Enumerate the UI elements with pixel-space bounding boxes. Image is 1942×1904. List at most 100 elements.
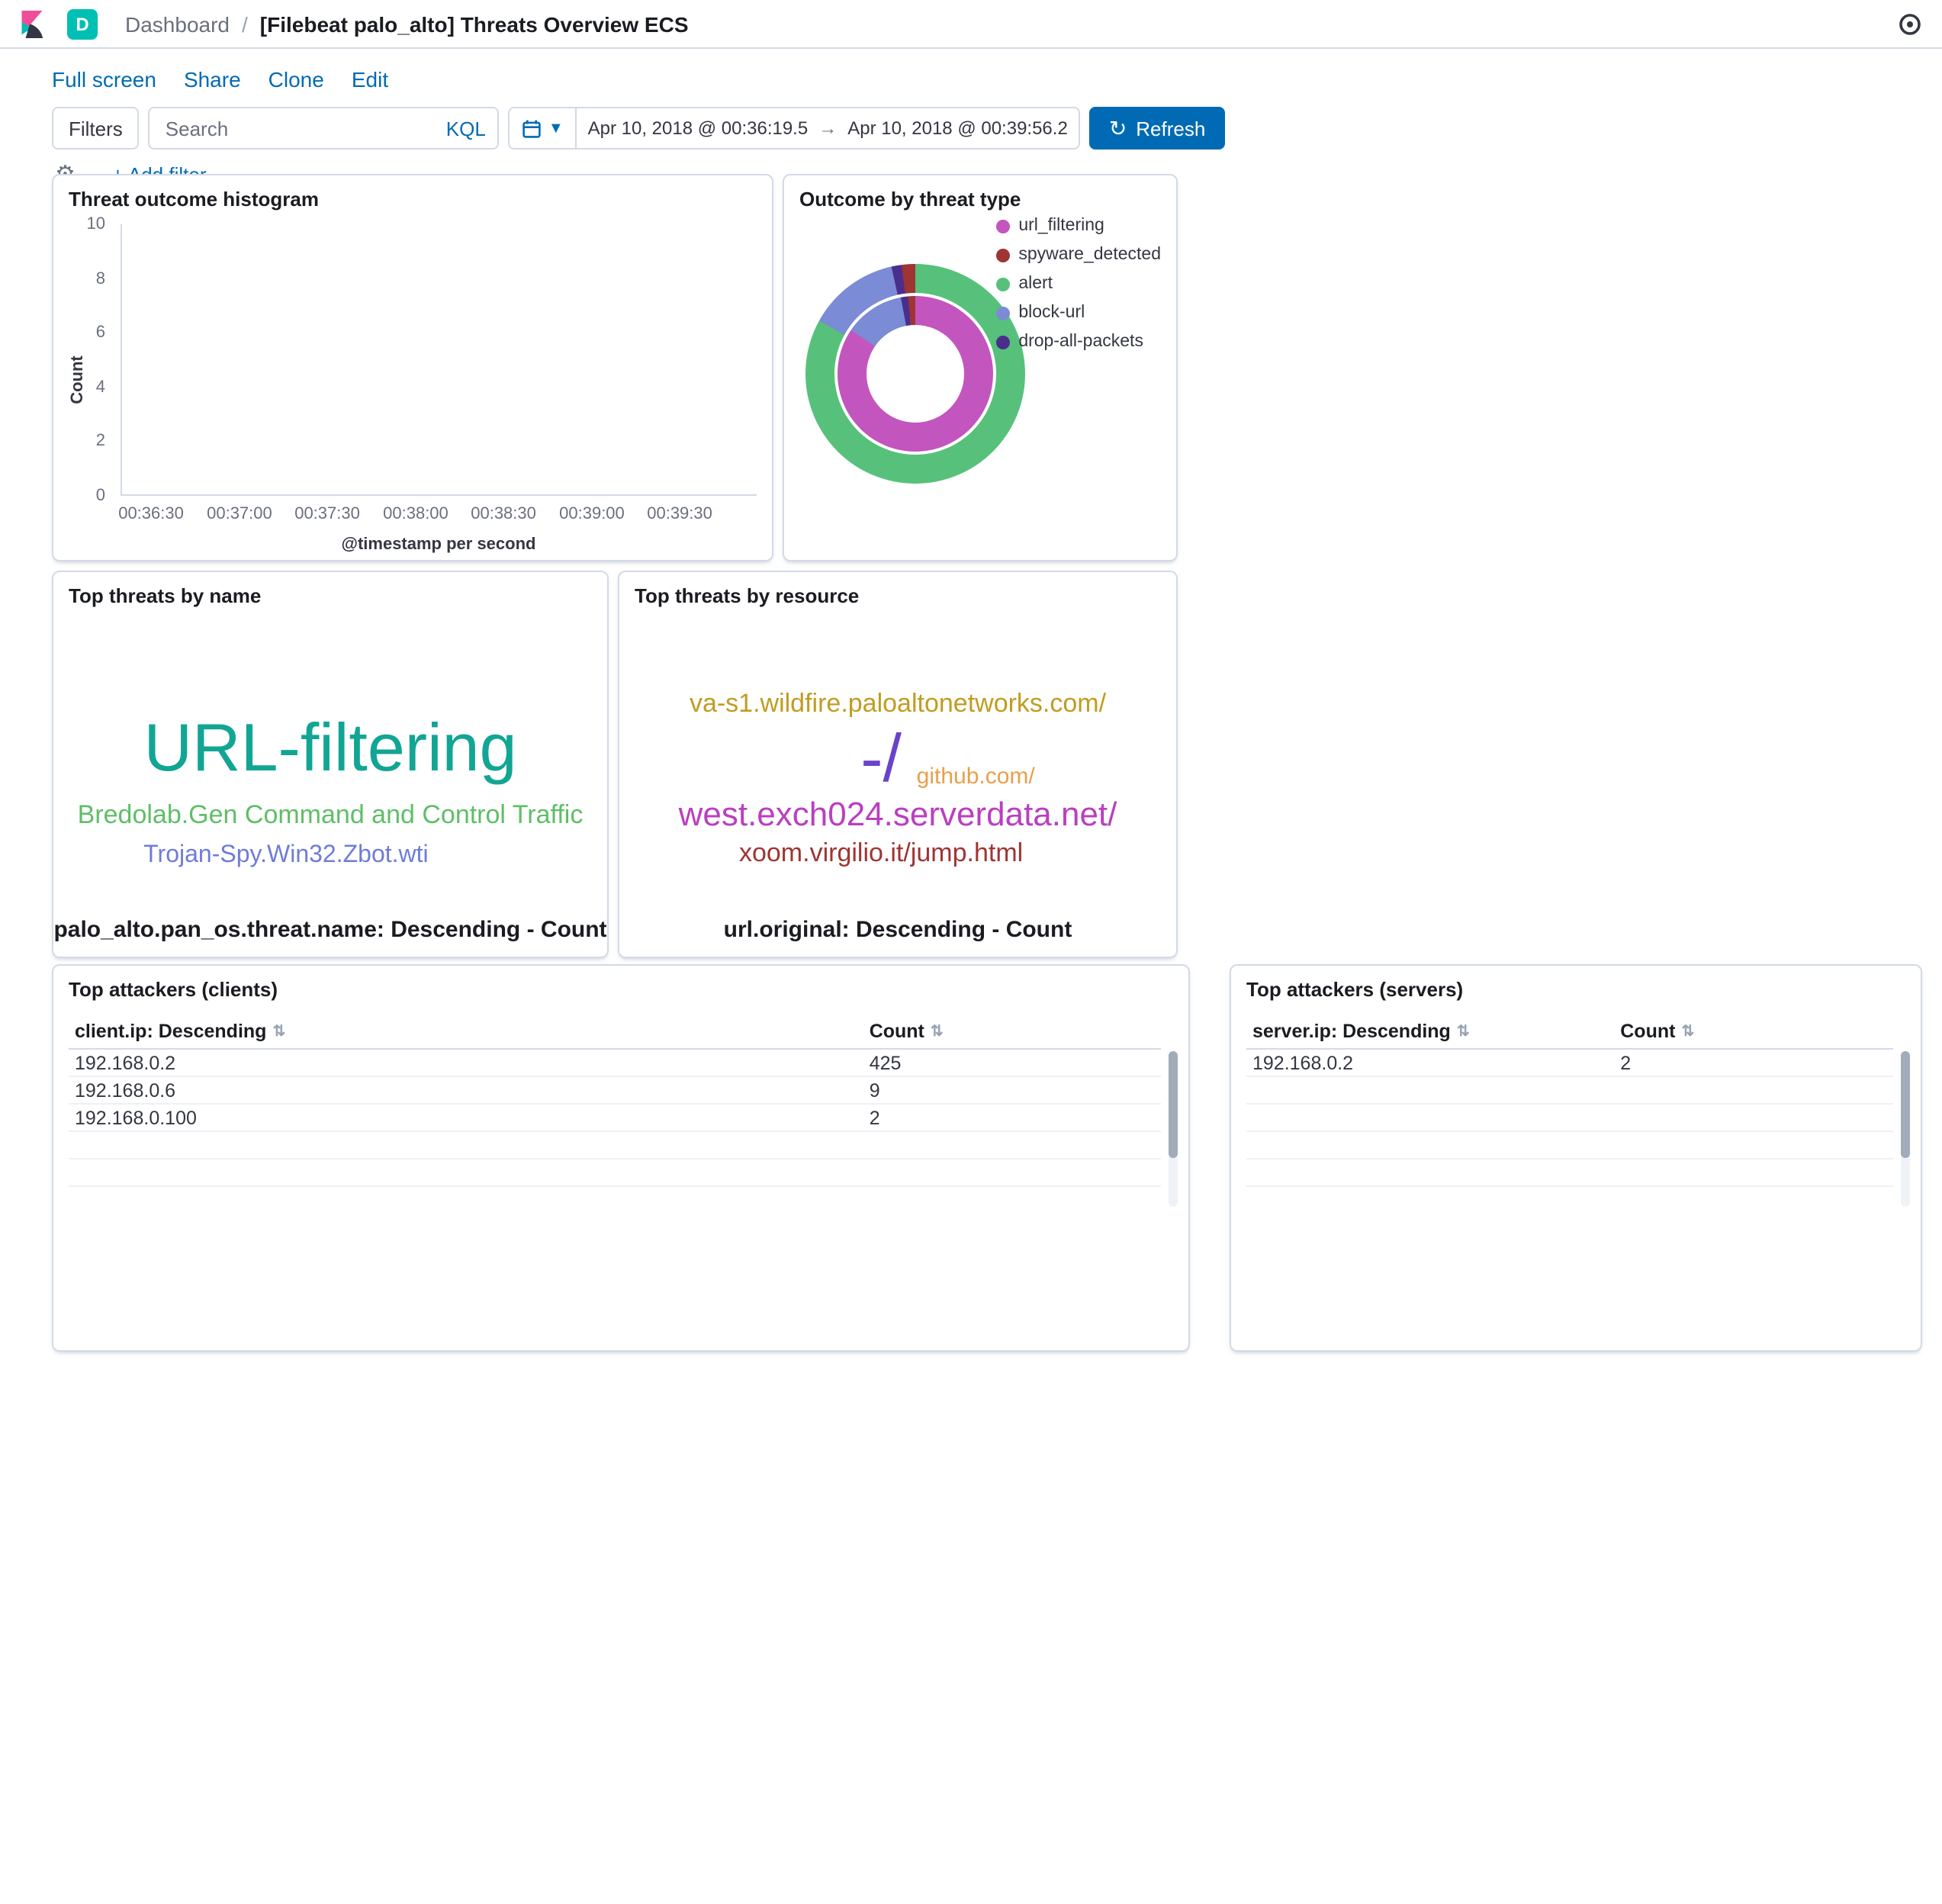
column-header[interactable]: Count⇅ [863, 1021, 1161, 1042]
panel-title: Top attackers (clients) [53, 966, 1188, 1001]
search-box: KQL [149, 107, 500, 150]
table-row: 192.168.0.1002 [69, 1105, 1161, 1132]
names-cloud-caption: palo_alto.pan_os.threat.name: Descending… [53, 917, 607, 943]
arrow-right-icon: → [818, 117, 837, 139]
table-cell[interactable]: 425 [863, 1052, 1161, 1073]
refresh-button[interactable]: ↻ Refresh [1089, 107, 1226, 150]
calendar-button[interactable]: ▼ [510, 108, 577, 148]
clients-scrollbar-thumb[interactable] [1169, 1051, 1178, 1158]
chevron-down-icon: ▼ [548, 120, 564, 137]
date-from[interactable]: Apr 10, 2018 @ 00:36:19.5 [577, 117, 819, 139]
sort-icon: ⇅ [1457, 1023, 1470, 1040]
resources-cloud-caption: url.original: Descending - Count [619, 917, 1176, 943]
donut-chart[interactable] [805, 264, 1025, 484]
filters-button[interactable]: Filters [52, 107, 140, 150]
sort-icon: ⇅ [931, 1023, 944, 1040]
table-cell[interactable]: 192.168.0.2 [1246, 1052, 1614, 1073]
tag-word[interactable]: Trojan-Spy.Win32.Zbot.wti [143, 844, 428, 869]
space-badge[interactable]: D [67, 8, 98, 39]
legend-dot-icon [995, 249, 1009, 262]
column-header[interactable]: client.ip: Descending⇅ [69, 1021, 863, 1042]
histogram-x-axis: 00:36:30 00:37:00 00:37:30 00:38:00 00:38:30… [121, 505, 757, 526]
names-tag-cloud: URL-filtering Bredolab.Gen Command and Co… [53, 572, 607, 957]
tag-word[interactable]: -/ [860, 727, 902, 794]
x-tick-label: 00:39:00 [559, 505, 625, 523]
tag-word[interactable]: west.exch024.serverdata.net/ [679, 798, 1117, 831]
clone-link[interactable]: Clone [268, 67, 324, 92]
panel-title: Top attackers (servers) [1231, 966, 1921, 1001]
table-cell[interactable]: 2 [863, 1107, 1161, 1128]
table-cell[interactable]: 192.168.0.100 [69, 1107, 863, 1128]
servers-scrollbar-thumb[interactable] [1901, 1051, 1910, 1158]
legend-dot-icon [995, 307, 1009, 320]
table-cell[interactable]: 2 [1614, 1052, 1893, 1073]
column-header[interactable]: Count⇅ [1614, 1021, 1893, 1042]
panel-top-threats-by-name: Top threats by name URL-filteringBredola… [52, 571, 609, 958]
legend-label: url_filtering [1018, 212, 1104, 241]
table-row: 192.168.0.69 [69, 1077, 1161, 1105]
histogram-plot[interactable] [121, 224, 757, 496]
y-tick-label: 10 [87, 215, 106, 233]
legend-label: block-url [1018, 299, 1085, 328]
y-tick-label: 2 [96, 433, 105, 451]
edit-link[interactable]: Edit [352, 67, 388, 92]
table-cell[interactable]: 9 [863, 1079, 1161, 1101]
x-tick-label: 00:36:30 [118, 505, 184, 523]
donut-hole [867, 325, 964, 423]
tag-word[interactable]: xoom.virgilio.it/jump.html [739, 840, 1023, 866]
panel-title: Threat outcome histogram [53, 175, 772, 211]
x-tick-label: 00:37:30 [294, 505, 360, 523]
legend-label: drop-all-packets [1018, 328, 1143, 357]
x-tick-label: 00:38:30 [471, 505, 536, 523]
table-header-row: client.ip: Descending⇅Count⇅ [69, 1015, 1161, 1050]
table-cell[interactable]: 192.168.0.6 [69, 1079, 863, 1101]
tag-word[interactable]: va-s1.wildfire.paloaltonetworks.com/ [690, 690, 1106, 716]
kibana-logo-icon[interactable] [18, 10, 46, 37]
legend-item[interactable]: alert [995, 270, 1161, 299]
legend-item[interactable]: spyware_detected [995, 241, 1161, 270]
x-tick-label: 00:39:30 [647, 505, 712, 523]
search-input[interactable] [162, 115, 437, 141]
breadcrumb-dashboard[interactable]: Dashboard [125, 11, 230, 36]
tag-word[interactable]: Bredolab.Gen Command and Control Traffic [78, 802, 584, 828]
column-header[interactable]: server.ip: Descending⇅ [1246, 1021, 1614, 1042]
top-bar: D Dashboard / [Filebeat palo_alto] Threa… [0, 0, 1942, 49]
panel-title: Outcome by threat type [784, 175, 1176, 211]
table-row-empty [1246, 1077, 1893, 1105]
servers-scrollbar-track [1901, 1051, 1910, 1207]
table-row-empty [1246, 1105, 1893, 1132]
share-link[interactable]: Share [184, 67, 241, 92]
y-tick-label: 4 [96, 378, 105, 397]
x-tick-label: 00:37:00 [207, 505, 272, 523]
clients-table: client.ip: Descending⇅Count⇅192.168.0.24… [69, 1015, 1161, 1187]
sort-icon: ⇅ [272, 1023, 285, 1040]
breadcrumb: Dashboard / [Filebeat palo_alto] Threats… [125, 11, 689, 36]
table-row-empty [69, 1159, 1161, 1187]
controls-icon[interactable] [1896, 10, 1924, 37]
refresh-icon: ↻ [1109, 117, 1127, 139]
legend-item[interactable]: drop-all-packets [995, 328, 1161, 357]
kql-button[interactable]: KQL [446, 117, 486, 140]
y-tick-label: 6 [96, 323, 105, 342]
y-tick-label: 8 [96, 269, 105, 288]
x-tick-label: 00:38:00 [383, 505, 449, 523]
table-cell[interactable]: 192.168.0.2 [69, 1052, 863, 1073]
table-row-empty [1246, 1132, 1893, 1159]
page-title: [Filebeat palo_alto] Threats Overview EC… [260, 11, 689, 36]
y-tick-label: 0 [96, 487, 105, 505]
histogram-viz: Count 0246810 00:36:3000:37:0000:37:3000… [59, 215, 763, 554]
full-screen-link[interactable]: Full screen [52, 67, 156, 92]
tag-word[interactable]: URL-filtering [143, 716, 516, 783]
legend-item[interactable]: url_filtering [995, 212, 1161, 241]
panel-threat-outcome-histogram: Threat outcome histogram Count 0246810 0… [52, 174, 773, 561]
date-to[interactable]: Apr 10, 2018 @ 00:39:56.2 [837, 117, 1079, 139]
histogram-y-axis: 0246810 [81, 224, 111, 496]
table-row: 192.168.0.2425 [69, 1050, 1161, 1077]
date-picker: ▼ Apr 10, 2018 @ 00:36:19.5 → Apr 10, 20… [509, 107, 1080, 150]
legend-item[interactable]: block-url [995, 299, 1161, 328]
tag-word[interactable]: github.com/ [917, 764, 1035, 787]
legend-label: alert [1018, 270, 1053, 299]
legend-label: spyware_detected [1018, 241, 1161, 270]
servers-table: server.ip: Descending⇅Count⇅192.168.0.22 [1246, 1015, 1893, 1187]
dashboard-toolbar: Full screen Share Clone Edit [0, 49, 1942, 92]
